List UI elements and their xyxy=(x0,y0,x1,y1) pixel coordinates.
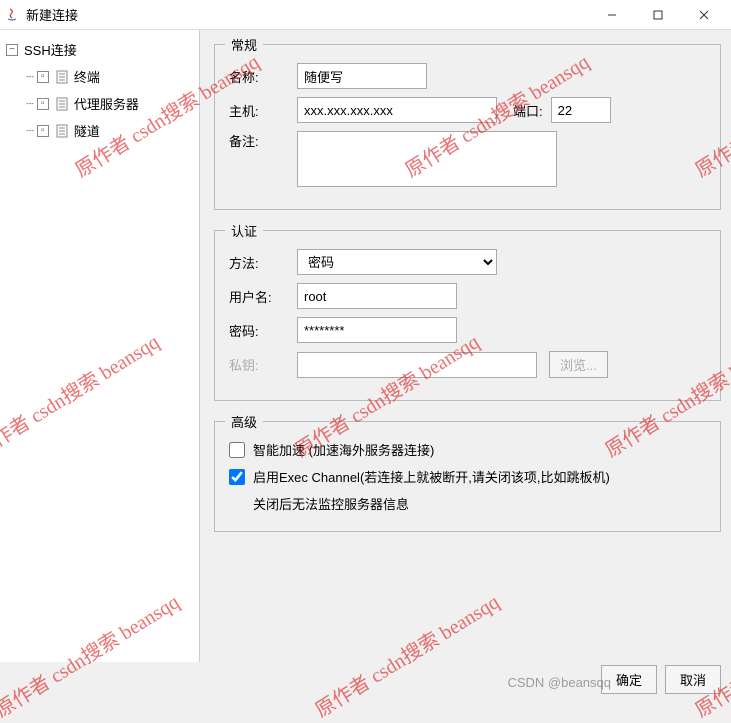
leaf-icon: ▫ xyxy=(37,98,49,110)
label-user: 用户名: xyxy=(229,287,297,306)
name-input[interactable] xyxy=(297,63,427,89)
footer: 确定 取消 xyxy=(601,665,721,694)
minimize-button[interactable] xyxy=(589,0,635,30)
ok-button[interactable]: 确定 xyxy=(601,665,657,694)
user-input[interactable] xyxy=(297,283,457,309)
watermark-credit: CSDN @beansqq xyxy=(507,675,611,690)
smart-accel-checkbox[interactable] xyxy=(229,442,245,458)
close-button[interactable] xyxy=(681,0,727,30)
document-icon xyxy=(55,97,69,111)
fieldset-general: 常规 名称: 主机: 端口: 备注: xyxy=(214,44,721,210)
fieldset-advanced: 高级 智能加速 (加速海外服务器连接) 启用Exec Channel(若连接上就… xyxy=(214,421,721,532)
label-remark: 备注: xyxy=(229,131,297,150)
remark-input[interactable] xyxy=(297,131,557,187)
legend-advanced: 高级 xyxy=(225,412,263,431)
fieldset-auth: 认证 方法: 密码 用户名: 密码: 私钥: 浏览... xyxy=(214,230,721,401)
content-panel: 常规 名称: 主机: 端口: 备注: 认证 方法: 密码 xyxy=(200,30,731,662)
label-privatekey: 私钥: xyxy=(229,355,297,374)
password-input[interactable] xyxy=(297,317,457,343)
tree-root-label: SSH连接 xyxy=(24,40,77,59)
cancel-button[interactable]: 取消 xyxy=(665,665,721,694)
leaf-icon: ▫ xyxy=(37,71,49,83)
tree-root-ssh[interactable]: − SSH连接 xyxy=(0,36,199,63)
label-password: 密码: xyxy=(229,321,297,340)
host-input[interactable] xyxy=(297,97,497,123)
tree-item-label: 代理服务器 xyxy=(74,94,139,113)
legend-auth: 认证 xyxy=(225,221,263,240)
smart-accel-label: 智能加速 (加速海外服务器连接) xyxy=(253,440,434,459)
exec-channel-note: 关闭后无法监控服务器信息 xyxy=(229,494,706,513)
sidebar: − SSH连接 ┄ ▫ 终端 ┄ ▫ 代理服务器 ┄ ▫ 隧道 xyxy=(0,30,200,662)
titlebar: 新建连接 xyxy=(0,0,731,30)
browse-button: 浏览... xyxy=(549,351,608,378)
tree-item-tunnel[interactable]: ┄ ▫ 隧道 xyxy=(0,117,199,144)
java-icon xyxy=(4,7,20,23)
leaf-icon: ▫ xyxy=(37,125,49,137)
exec-channel-checkbox[interactable] xyxy=(229,469,245,485)
collapse-icon[interactable]: − xyxy=(6,44,18,56)
tree-item-label: 隧道 xyxy=(74,121,100,140)
label-host: 主机: xyxy=(229,101,297,120)
tree-item-terminal[interactable]: ┄ ▫ 终端 xyxy=(0,63,199,90)
privatekey-input xyxy=(297,352,537,378)
tree-item-label: 终端 xyxy=(74,67,100,86)
label-method: 方法: xyxy=(229,253,297,272)
label-port: 端口: xyxy=(513,101,543,120)
method-select[interactable]: 密码 xyxy=(297,249,497,275)
document-icon xyxy=(55,70,69,84)
document-icon xyxy=(55,124,69,138)
maximize-button[interactable] xyxy=(635,0,681,30)
label-name: 名称: xyxy=(229,67,297,86)
window-title: 新建连接 xyxy=(26,5,589,24)
port-input[interactable] xyxy=(551,97,611,123)
legend-general: 常规 xyxy=(225,35,263,54)
exec-channel-label: 启用Exec Channel(若连接上就被断开,请关闭该项,比如跳板机) xyxy=(253,467,610,486)
tree-item-proxy[interactable]: ┄ ▫ 代理服务器 xyxy=(0,90,199,117)
